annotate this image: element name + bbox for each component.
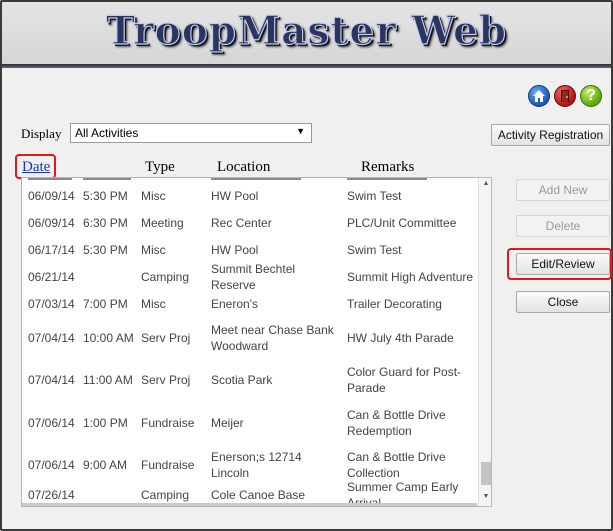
table-row[interactable]: 06/17/14 5:30 PM Misc HW Pool Swim Test — [22, 236, 477, 263]
table-row[interactable]: 06/21/14 Camping Summit Bechtel Reserve Sum… — [22, 261, 477, 292]
table-row[interactable]: 07/04/14 11:00 AM Serv Proj Scotia Park Colo… — [22, 359, 477, 401]
app-logo: TroopMaster Web — [105, 7, 508, 54]
table-row[interactable]: 07/06/14 1:00 PM Fundraise Meijer Can & Bott… — [22, 401, 477, 444]
exit-door-icon[interactable] — [554, 85, 576, 107]
scroll-thumb[interactable] — [481, 462, 491, 485]
cell-time — [83, 263, 143, 290]
scroll-up-arrow-icon[interactable]: ▲ — [479, 180, 491, 187]
table-row[interactable]: 06/09/14 5:30 PM Misc HW Pool Swim Test — [22, 182, 477, 209]
cell-time: 5:30 PM — [83, 188, 128, 203]
cell-time: 7:00 PM — [83, 296, 128, 311]
table-row[interactable]: 07/27/14 11:00 AMCampingCole Canoe Base Su… — [22, 503, 477, 506]
cell-type: Camping — [141, 269, 190, 284]
help-icon[interactable]: ? — [580, 85, 602, 107]
table-row[interactable]: 07/26/14 Camping Cole Canoe Base Summer Cam… — [22, 479, 477, 507]
display-label: Display — [21, 126, 62, 141]
date-header-highlight — [15, 154, 56, 179]
scroll-down-arrow-icon[interactable]: ▼ — [479, 493, 491, 500]
close-button[interactable]: Close — [516, 291, 610, 313]
activities-table: 06/09/14 5:30 PM Misc HW Pool Swim Test 06/09… — [21, 177, 492, 507]
cell-time: 5:30 PM — [83, 242, 128, 257]
home-icon[interactable] — [528, 85, 550, 107]
cell-time: 9:00 AM — [83, 458, 128, 472]
cell-date: 06/09/14 — [28, 215, 75, 230]
table-row[interactable]: 07/03/14 7:00 PM Misc Eneron's Trailer Decor… — [22, 290, 477, 317]
cell-remarks: Trailer Decorating — [347, 296, 442, 311]
cell-date: 06/09/14 — [28, 188, 75, 203]
cell-type: Misc — [141, 188, 166, 203]
table-row[interactable]: 07/04/14 10:00 AM Serv Proj Meet near Chase… — [22, 317, 477, 359]
cell-remarks: Summer Camp — [347, 503, 477, 506]
cell-location: Meet near Chase Bank Woodward — [211, 323, 334, 353]
cell-location: Summit Bechtel Reserve — [211, 261, 296, 292]
dropdown-arrow-icon: ▼ — [296, 126, 305, 136]
cell-time: 11:00 AM — [83, 503, 143, 506]
cell-type: Serv Proj — [141, 331, 191, 345]
cell-remarks: Swim Test — [347, 242, 402, 257]
column-header-location: Location — [217, 159, 271, 175]
cell-location: Eneron's — [211, 296, 258, 311]
cell-date: 07/03/14 — [28, 296, 75, 311]
table-row[interactable]: 06/09/14 6:30 PM Meeting Rec Center PLC/Unit… — [22, 209, 477, 236]
cell-time: 11:00 AM — [83, 373, 133, 387]
cell-time: 10:00 AM — [83, 331, 134, 345]
cell-date: 07/06/14 — [28, 415, 75, 430]
cell-time — [83, 486, 143, 503]
display-selected-value: All Activities — [75, 126, 139, 140]
cell-remarks: PLC/Unit Committee — [347, 215, 457, 230]
cell-date: 07/06/14 — [28, 458, 75, 472]
cell-location: Scotia Park — [211, 373, 273, 387]
cell-remarks: Summer Camp Early Arrival — [347, 479, 459, 507]
cell-date: 06/21/14 — [28, 269, 75, 284]
cell-type: Misc — [141, 296, 166, 311]
cell-location: Enerson;s 12714 Lincoln — [211, 450, 302, 480]
edit-review-highlight — [507, 248, 612, 280]
column-header-type: Type — [145, 159, 175, 175]
cell-location: HW Pool — [211, 188, 259, 203]
header-divider — [2, 64, 611, 68]
cell-date: 07/27/14 — [28, 503, 76, 506]
cell-type: Serv Proj — [141, 373, 191, 387]
cell-type: Fundraise — [141, 415, 195, 430]
cell-date: 07/26/14 — [28, 487, 75, 502]
delete-button[interactable]: Delete — [516, 215, 610, 237]
cell-time: 6:30 PM — [83, 215, 128, 230]
cell-location: Meijer — [211, 415, 244, 430]
display-select[interactable]: All Activities ▼ — [70, 123, 312, 143]
cell-type: Fundraise — [141, 458, 195, 472]
cell-remarks: Color Guard for Post-Parade — [347, 365, 462, 395]
cell-type: Camping — [141, 487, 190, 502]
add-new-button[interactable]: Add New — [516, 179, 610, 201]
cell-remarks: Can & Bottle Drive Redemption — [347, 407, 446, 438]
activity-registration-button[interactable]: Activity Registration — [491, 124, 610, 146]
cell-date: 07/04/14 — [28, 373, 75, 387]
column-header-remarks: Remarks — [361, 159, 415, 175]
cell-location: HW Pool — [211, 242, 259, 257]
cell-location: Cole Canoe Base — [211, 503, 343, 506]
cell-location: Cole Canoe Base — [211, 487, 306, 502]
cell-type: Misc — [141, 242, 166, 257]
cell-location: Rec Center — [211, 215, 272, 230]
app-window: TroopMaster Web ? Display All Activities… — [0, 0, 613, 531]
table-scrollbar[interactable]: ▲ ▼ — [478, 178, 491, 506]
cell-remarks: Summit High Adventure — [347, 269, 474, 284]
cell-type: Camping — [141, 503, 209, 506]
header-banner: TroopMaster Web — [2, 2, 611, 64]
cell-remarks: Swim Test — [347, 188, 402, 203]
cell-remarks: HW July 4th Parade — [347, 331, 454, 345]
cell-time: 1:00 PM — [83, 415, 128, 430]
cell-date: 07/04/14 — [28, 331, 75, 345]
cell-type: Meeting — [141, 215, 184, 230]
cell-date: 06/17/14 — [28, 242, 75, 257]
